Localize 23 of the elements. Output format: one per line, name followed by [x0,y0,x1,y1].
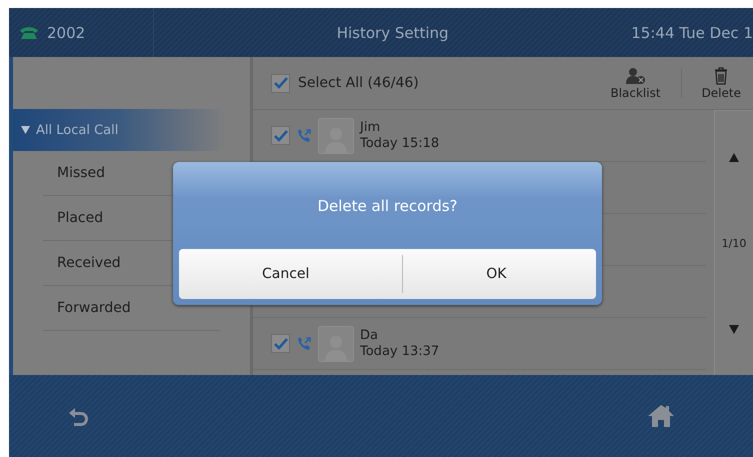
home-icon[interactable] [647,404,675,428]
contact-name: Jim [360,120,382,136]
call-time: Today 13:37 [360,344,440,360]
ok-button[interactable]: OK [402,249,596,299]
page-indicator: 1/10 [722,236,746,250]
triangle-icon [21,126,30,134]
person-x-icon [624,66,647,84]
phone-icon [19,26,39,40]
delete-button[interactable]: Delete [690,63,753,103]
checkbox[interactable] [271,74,290,92]
select-all-label: Select All (46/46) [298,75,420,91]
phone-arrow-icon [296,128,312,144]
checkbox[interactable] [271,126,290,145]
call-time: Today 15:18 [360,136,440,152]
phone-arrow-icon [296,336,312,352]
checkbox[interactable] [271,334,290,353]
dialog-message: Delete all records? [317,196,458,214]
date-time: 15:44 Tue Dec 1 [631,24,753,42]
contact-name: Da [360,328,379,344]
blacklist-button[interactable]: Blacklist [598,63,673,103]
line-number: 2002 [47,24,86,42]
screen-title: History Setting [336,24,450,42]
trash-icon [714,66,728,84]
